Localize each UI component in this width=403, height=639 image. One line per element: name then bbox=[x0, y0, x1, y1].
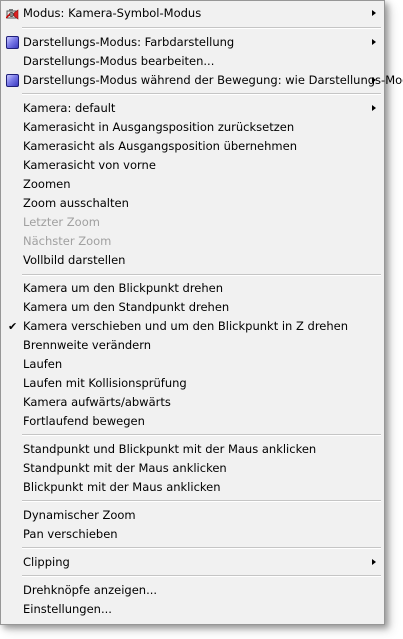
menu-item-reset-camera[interactable]: Kamerasicht in Ausgangsposition zurückse… bbox=[2, 118, 383, 137]
menu-item-display-mode[interactable]: Darstellungs-Modus: Farbdarstellung bbox=[2, 33, 383, 52]
menu-item-pan[interactable]: Pan verschieben bbox=[2, 525, 383, 544]
menu-item-pan-rotate-z[interactable]: ✔ Kamera verschieben und um den Blickpun… bbox=[2, 317, 383, 336]
menu-item-edit-display-mode[interactable]: Darstellungs-Modus bearbeiten... bbox=[2, 52, 383, 71]
menu-item-label: Kamera verschieben und um den Blickpunkt… bbox=[23, 319, 349, 333]
menu-item-label: Blickpunkt mit der Maus anklicken bbox=[23, 480, 221, 494]
menu-item-set-home-camera[interactable]: Kamerasicht als Ausgangsposition überneh… bbox=[2, 137, 383, 156]
menu-item-label: Standpunkt und Blickpunkt mit der Maus a… bbox=[23, 442, 317, 456]
menu-item-edit-display-mode-label: Darstellungs-Modus bearbeiten... bbox=[23, 54, 215, 68]
menu-item-label: Einstellungen... bbox=[23, 602, 112, 616]
menu-item-pick-target[interactable]: Blickpunkt mit der Maus anklicken bbox=[2, 478, 383, 497]
menu-item-mode-label: Modus: Kamera-Symbol-Modus bbox=[23, 6, 202, 20]
menu-item-focal-length[interactable]: Brennweite verändern bbox=[2, 336, 383, 355]
menu-item-show-dials[interactable]: Drehknöpfe anzeigen... bbox=[2, 581, 383, 600]
menu-item-label: Standpunkt mit der Maus anklicken bbox=[23, 461, 227, 475]
submenu-arrow-icon bbox=[372, 559, 376, 565]
menu-item-label: Brennweite verändern bbox=[23, 338, 152, 352]
submenu-arrow-icon bbox=[372, 105, 376, 111]
menu-item-rotate-around-target[interactable]: Kamera um den Blickpunkt drehen bbox=[2, 279, 383, 298]
menu-separator bbox=[22, 27, 381, 29]
menu-item-walk-collision[interactable]: Laufen mit Kollisionsprüfung bbox=[2, 374, 383, 393]
menu-item-label: Pan verschieben bbox=[23, 527, 118, 541]
menu-separator bbox=[22, 575, 381, 577]
menu-item-label: Kamerasicht in Ausgangsposition zurückse… bbox=[23, 120, 295, 134]
menu-item-label: Kamerasicht als Ausgangsposition überneh… bbox=[23, 139, 297, 153]
menu-item-clipping-label: Clipping bbox=[23, 555, 70, 569]
menu-item-fullscreen[interactable]: Vollbild darstellen bbox=[2, 251, 383, 270]
checkmark-icon: ✔ bbox=[8, 320, 18, 333]
cube-icon bbox=[6, 36, 19, 49]
menu-item-label: Kamera um den Blickpunkt drehen bbox=[23, 281, 224, 295]
submenu-arrow-icon bbox=[372, 10, 376, 16]
menu-item-camera-up-down[interactable]: Kamera aufwärts/abwärts bbox=[2, 393, 383, 412]
menu-item-camera-select[interactable]: Kamera: default bbox=[2, 99, 383, 118]
menu-item-label: Zoom ausschalten bbox=[23, 196, 129, 210]
menu-item-last-zoom: Letzter Zoom bbox=[2, 213, 383, 232]
menu-item-label: Kamera: default bbox=[23, 101, 116, 115]
menu-item-clipping[interactable]: Clipping bbox=[2, 553, 383, 572]
menu-item-zoom-off[interactable]: Zoom ausschalten bbox=[2, 194, 383, 213]
menu-item-label: Nächster Zoom bbox=[23, 234, 112, 248]
menu-item-label: Dynamischer Zoom bbox=[23, 508, 136, 522]
menu-item-display-mode-motion[interactable]: Darstellungs-Modus während der Bewegung:… bbox=[2, 71, 403, 90]
camera-symbol-mode-icon bbox=[5, 7, 19, 20]
menu-item-next-zoom: Nächster Zoom bbox=[2, 232, 383, 251]
menu-item-display-mode-label: Darstellungs-Modus: Farbdarstellung bbox=[23, 35, 235, 49]
menu-separator bbox=[22, 434, 381, 436]
menu-item-label: Laufen bbox=[23, 357, 63, 371]
menu-item-label: Letzter Zoom bbox=[23, 215, 100, 229]
menu-item-walk[interactable]: Laufen bbox=[2, 355, 383, 374]
menu-item-settings[interactable]: Einstellungen... bbox=[2, 600, 383, 619]
menu-separator bbox=[22, 93, 381, 95]
menu-item-mode[interactable]: Modus: Kamera-Symbol-Modus bbox=[2, 4, 383, 23]
menu-item-display-mode-motion-label: Darstellungs-Modus während der Bewegung:… bbox=[23, 73, 403, 87]
menu-item-label: Vollbild darstellen bbox=[23, 253, 126, 267]
menu-item-pick-position[interactable]: Standpunkt mit der Maus anklicken bbox=[2, 459, 383, 478]
menu-item-continuous-move[interactable]: Fortlaufend bewegen bbox=[2, 412, 383, 431]
menu-item-label: Zoomen bbox=[23, 177, 71, 191]
submenu-arrow-icon bbox=[372, 77, 376, 83]
menu-item-label: Fortlaufend bewegen bbox=[23, 414, 145, 428]
menu-item-rotate-around-position[interactable]: Kamera um den Standpunkt drehen bbox=[2, 298, 383, 317]
menu-item-label: Laufen mit Kollisionsprüfung bbox=[23, 376, 187, 390]
context-menu: Modus: Kamera-Symbol-Modus Darstellungs-… bbox=[0, 0, 403, 625]
menu-separator bbox=[22, 547, 381, 549]
menu-item-label: Drehknöpfe anzeigen... bbox=[23, 583, 158, 597]
menu-item-label: Kamera um den Standpunkt drehen bbox=[23, 300, 230, 314]
menu-item-zoom[interactable]: Zoomen bbox=[2, 175, 383, 194]
menu-separator bbox=[22, 500, 381, 502]
menu-separator bbox=[22, 274, 381, 276]
submenu-arrow-icon bbox=[372, 39, 376, 45]
cube-icon bbox=[6, 74, 19, 87]
menu-item-label: Kamerasicht von vorne bbox=[23, 158, 156, 172]
menu-item-front-view[interactable]: Kamerasicht von vorne bbox=[2, 156, 383, 175]
menu-item-label: Kamera aufwärts/abwärts bbox=[23, 395, 171, 409]
menu-item-pick-both[interactable]: Standpunkt und Blickpunkt mit der Maus a… bbox=[2, 440, 383, 459]
menu-item-dynamic-zoom[interactable]: Dynamischer Zoom bbox=[2, 506, 383, 525]
